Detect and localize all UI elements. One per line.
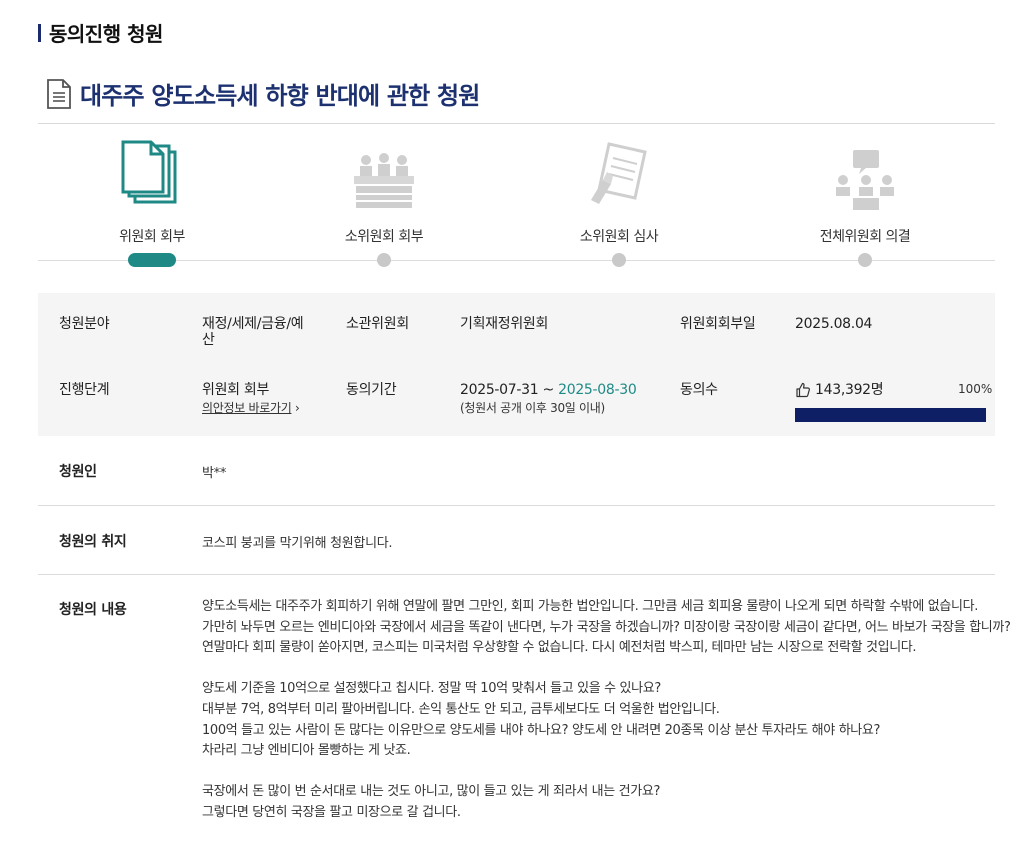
step-indicator xyxy=(377,253,391,267)
purpose-label: 청원의 취지 xyxy=(59,534,127,550)
period-separator: ~ xyxy=(538,382,559,398)
section-title: 동의진행 청원 xyxy=(49,22,163,46)
step-committee-referral: 위원회 회부 xyxy=(52,140,252,267)
documents-icon xyxy=(121,140,177,204)
step-subcommittee-referral: 소위원회 회부 xyxy=(284,140,484,267)
agree-count: 143,392명 xyxy=(815,382,884,398)
petitioner-label: 청원인 xyxy=(59,464,97,480)
period-end: 2025-08-30 xyxy=(558,382,637,398)
content-label: 청원의 내용 xyxy=(59,602,127,618)
steps-line xyxy=(38,260,995,261)
agree-percent: 100% xyxy=(958,382,993,396)
period-note: (청원서 공개 이후 30일 이내) xyxy=(460,401,605,415)
content-line: 국장에서 돈 많이 번 순서대로 내는 것도 아니고, 많이 들고 있는 게 죄… xyxy=(202,784,661,800)
step-plenary-resolution: 전체위원회 의결 xyxy=(765,140,965,267)
chevron-right-icon: › xyxy=(294,401,300,415)
section-header: 동의진행 청원 xyxy=(38,18,163,47)
step-label: 위원회 회부 xyxy=(119,229,185,245)
bill-info-link-label: 의안정보 바로가기 xyxy=(202,401,292,415)
plenary-icon xyxy=(836,150,894,210)
petitioner-row: 청원인 박** xyxy=(38,436,995,506)
content-line: 양도소득세는 대주주가 회피하기 위해 연말에 팔면 그만인, 회피 가능한 법… xyxy=(202,599,979,614)
step-subcommittee-review: 소위원회 심사 xyxy=(519,140,719,267)
petition-header: 대주주 양도소득세 하향 반대에 관한 청원 xyxy=(46,76,480,111)
step-indicator xyxy=(858,253,872,267)
stage-value: 위원회 회부 xyxy=(202,382,270,398)
meeting-icon xyxy=(354,153,414,208)
content-line: 100억 들고 있는 사람이 돈 많다는 이유만으로 양도세를 내야 하나요? … xyxy=(202,722,881,738)
petition-info: 청원분야 재정/세제/금융/예산 소관위원회 기획재정위원회 위원회회부일 20… xyxy=(38,293,995,436)
bill-info-link[interactable]: 의안정보 바로가기 › xyxy=(202,400,300,416)
referral-date-value: 2025.08.04 xyxy=(795,316,873,332)
stage-value-block: 위원회 회부 의안정보 바로가기 › xyxy=(202,382,300,416)
step-label: 소위원회 심사 xyxy=(579,229,659,245)
divider xyxy=(38,123,995,124)
purpose-row: 청원의 취지 코스피 붕괴를 막기위해 청원합니다. xyxy=(38,506,995,575)
content-line: 차라리 그냥 엔비디아 몰빵하는 게 낫죠. xyxy=(202,743,411,759)
field-label: 청원분야 xyxy=(59,316,110,332)
content-line: 연말마다 회피 물량이 쏟아지면, 코스피는 미국처럼 우상향할 수 없습니다.… xyxy=(202,640,917,656)
step-indicator-active xyxy=(128,253,176,267)
committee-label: 소관위원회 xyxy=(346,316,409,332)
petitioner-value: 박** xyxy=(202,466,227,481)
period-start: 2025-07-31 xyxy=(460,382,539,398)
step-label: 소위원회 회부 xyxy=(344,229,424,245)
content-line: 그렇다면 당연히 국장을 팔고 미장으로 갈 겁니다. xyxy=(202,804,461,820)
content-line: 양도세 기준을 10억으로 설정했다고 칩시다. 정말 딱 10억 맞춰서 들고… xyxy=(202,681,661,697)
review-icon xyxy=(591,142,647,204)
stage-label: 진행단계 xyxy=(59,382,110,398)
period-value-block: 2025-07-31 ~ 2025-08-30 (청원서 공개 이후 30일 이… xyxy=(460,382,637,416)
document-icon xyxy=(47,78,71,109)
progress-steps: 위원회 회부 소위원회 회부 소위원회 심사 전체위원회 의결 xyxy=(38,140,995,270)
section-bar xyxy=(38,23,41,42)
petition-title: 대주주 양도소득세 하향 반대에 관한 청원 xyxy=(80,82,480,110)
agree-label: 동의수 xyxy=(680,382,718,398)
thumbs-up-icon xyxy=(796,382,810,398)
period-range: 2025-07-31 ~ 2025-08-30 xyxy=(460,382,637,398)
field-value: 재정/세제/금융/예산 xyxy=(202,316,304,348)
content-line: 가만히 놔두면 오르는 엔비디아와 국장에서 세금을 똑같이 낸다면, 누가 국… xyxy=(202,619,1011,635)
petition-content: 양도소득세는 대주주가 회피하기 위해 연말에 팔면 그만인, 회피 가능한 법… xyxy=(202,597,1011,824)
content-line: 대부분 7억, 8억부터 미리 팔아버립니다. 손익 통산도 안 되고, 금투세… xyxy=(202,701,720,717)
committee-value: 기획재정위원회 xyxy=(460,316,549,332)
step-label: 전체위원회 의결 xyxy=(819,229,911,245)
agree-progress-fill xyxy=(795,408,986,422)
referral-date-label: 위원회회부일 xyxy=(680,316,756,332)
period-label: 동의기간 xyxy=(346,382,397,398)
purpose-value: 코스피 붕괴를 막기위해 청원합니다. xyxy=(202,536,393,551)
step-indicator xyxy=(612,253,626,267)
agree-progress-bar xyxy=(795,408,986,422)
agree-count-block: 143,392명 xyxy=(795,382,884,398)
